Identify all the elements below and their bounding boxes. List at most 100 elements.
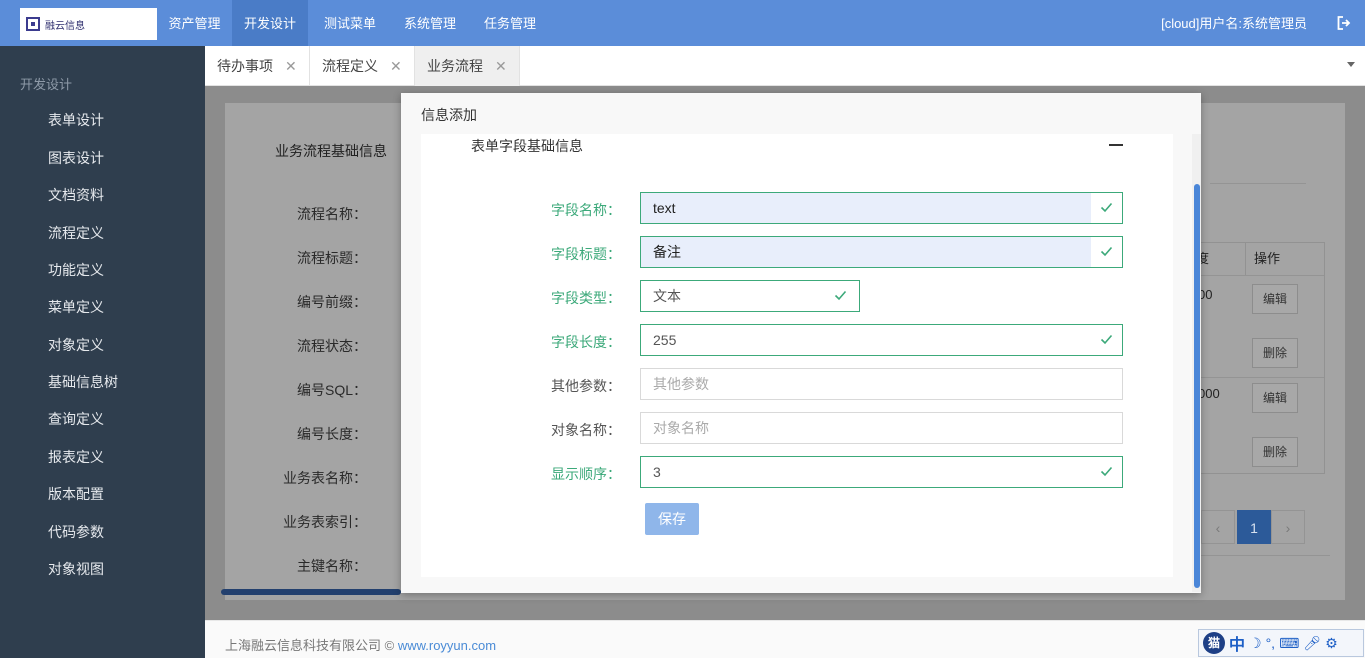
footer-text: 上海融云信息科技有限公司 © www.royyun.com: [225, 635, 496, 654]
field-type-value: 文本: [653, 288, 681, 304]
logo[interactable]: 融云信息: [20, 8, 157, 40]
tab-label: 业务流程: [427, 58, 483, 74]
sidebar-title: 开发设计: [20, 77, 73, 92]
pager-next[interactable]: ›: [1271, 510, 1305, 544]
field-label: 编号前缀：: [297, 294, 367, 310]
sidebar-item-form-design[interactable]: 表单设计: [48, 110, 104, 130]
microphone-icon[interactable]: 🎤︎: [1303, 635, 1321, 652]
field-length-value: 255: [653, 332, 677, 348]
tab-business-process[interactable]: 业务流程 ✕: [415, 46, 520, 86]
tabs-dropdown-icon[interactable]: [1347, 62, 1355, 67]
comma-icon[interactable]: °,: [1266, 635, 1276, 651]
field-type-select[interactable]: 文本: [640, 280, 860, 312]
table-header-length: 度: [1196, 243, 1246, 275]
field-label: 编号SQL：: [296, 382, 367, 398]
sidebar-item-base-info-tree[interactable]: 基础信息树: [48, 372, 118, 392]
field-label: 流程标题：: [297, 250, 367, 266]
nav-item-task[interactable]: 任务管理: [468, 0, 552, 46]
tab-process-def[interactable]: 流程定义 ✕: [310, 46, 415, 86]
field-name-value: text: [653, 200, 676, 216]
pager-current[interactable]: 1: [1237, 510, 1271, 544]
other-params-label: 其他参数：: [551, 378, 621, 394]
sidebar-item-menu-def[interactable]: 菜单定义: [48, 297, 104, 317]
nav-item-dev-design[interactable]: 开发设计: [232, 0, 308, 46]
field-length-input[interactable]: 255: [640, 324, 1123, 356]
gear-icon[interactable]: ⚙: [1325, 635, 1338, 652]
tab-label: 待办事项: [217, 58, 273, 74]
collapse-icon[interactable]: [1109, 144, 1123, 146]
field-title-input[interactable]: 备注: [640, 236, 1123, 268]
field-title-label: 字段标题：: [551, 246, 621, 262]
nav-item-system[interactable]: 系统管理: [392, 0, 468, 46]
sidebar-item-code-params[interactable]: 代码参数: [48, 522, 104, 542]
sidebar-item-process-def[interactable]: 流程定义: [48, 223, 104, 243]
dialog-scrollbar-thumb[interactable]: [1194, 184, 1200, 588]
field-label: 主键名称：: [297, 558, 367, 574]
progress-bar: [221, 589, 401, 595]
object-name-input[interactable]: 对象名称: [640, 412, 1123, 444]
sidebar-item-documents[interactable]: 文档资料: [48, 185, 104, 205]
delete-button[interactable]: 删除: [1252, 437, 1298, 467]
field-label: 业务表名称：: [283, 470, 367, 486]
close-icon[interactable]: ✕: [495, 46, 507, 86]
sidebar-item-function-def[interactable]: 功能定义: [48, 260, 104, 280]
display-order-input[interactable]: 3: [640, 456, 1123, 488]
user-name[interactable]: [cloud]用户名:系统管理员: [1161, 0, 1307, 47]
pager-prev[interactable]: ‹: [1201, 510, 1235, 544]
edit-button[interactable]: 编辑: [1252, 284, 1298, 314]
section-title: 表单字段基础信息: [471, 138, 583, 154]
edit-button[interactable]: 编辑: [1252, 383, 1298, 413]
field-length-label: 字段长度：: [551, 334, 621, 350]
sidebar-item-query-def[interactable]: 查询定义: [48, 409, 104, 429]
check-icon: [834, 290, 847, 301]
object-name-placeholder: 对象名称: [653, 420, 709, 436]
ime-toolbar[interactable]: 猫 中 ☽ °, ⌨ 🎤︎ ⚙: [1198, 629, 1364, 657]
tab-todo[interactable]: 待办事项 ✕: [205, 46, 310, 86]
delete-button[interactable]: 删除: [1252, 338, 1298, 368]
dialog-title: 信息添加: [421, 107, 477, 123]
divider: [1200, 555, 1330, 556]
field-name-label: 字段名称：: [551, 202, 621, 218]
check-icon: [1100, 246, 1113, 257]
ime-logo[interactable]: 猫: [1203, 632, 1225, 654]
logo-text: 融云信息: [45, 20, 85, 32]
logout-icon[interactable]: [1337, 16, 1351, 30]
table-cell: 000: [1198, 386, 1220, 401]
sidebar-item-object-view[interactable]: 对象视图: [48, 559, 104, 579]
ime-lang[interactable]: 中: [1229, 631, 1245, 655]
company-link[interactable]: www.royyun.com: [398, 638, 496, 653]
panel-title: 业务流程基础信息: [275, 143, 387, 159]
close-icon[interactable]: ✕: [390, 46, 402, 86]
dialog-body: 表单字段基础信息 字段名称： text 字段标题： 备注 字段类型： 文本 字段…: [421, 134, 1173, 577]
sidebar-item-version-config[interactable]: 版本配置: [48, 484, 104, 504]
save-button[interactable]: 保存: [645, 503, 699, 535]
valid-indicator: [1091, 193, 1122, 223]
field-label: 流程名称：: [297, 206, 367, 222]
logo-icon: [26, 17, 40, 31]
table-header-actions: 操作: [1254, 251, 1281, 266]
object-name-label: 对象名称：: [551, 422, 621, 438]
keyboard-icon[interactable]: ⌨: [1279, 635, 1299, 652]
sidebar-item-report-def[interactable]: 报表定义: [48, 447, 104, 467]
check-icon: [1100, 202, 1113, 213]
other-params-input[interactable]: 其他参数: [640, 368, 1123, 400]
field-type-label: 字段类型：: [551, 290, 621, 306]
field-name-input[interactable]: text: [640, 192, 1123, 224]
nav-item-asset[interactable]: 资产管理: [157, 0, 232, 46]
top-navbar: 融云信息 资产管理 开发设计 测试菜单 系统管理 任务管理 [cloud]用户名…: [0, 0, 1365, 46]
check-icon: [1100, 466, 1113, 477]
sidebar: 开发设计 表单设计 图表设计 文档资料 流程定义 功能定义 菜单定义 对象定义 …: [0, 46, 205, 658]
sidebar-item-chart-design[interactable]: 图表设计: [48, 148, 104, 168]
field-label: 编号长度：: [297, 426, 367, 442]
display-order-value: 3: [653, 464, 661, 480]
valid-indicator: [1091, 237, 1122, 267]
nav-item-test-menu[interactable]: 测试菜单: [308, 0, 392, 46]
display-order-label: 显示顺序：: [551, 466, 621, 482]
close-icon[interactable]: ✕: [285, 46, 297, 86]
copyright: 上海融云信息科技有限公司 ©: [225, 638, 398, 653]
sidebar-item-object-def[interactable]: 对象定义: [48, 335, 104, 355]
field-title-value: 备注: [653, 244, 681, 260]
check-icon: [1100, 334, 1113, 345]
moon-icon[interactable]: ☽: [1249, 635, 1262, 652]
tab-bar: 待办事项 ✕ 流程定义 ✕ 业务流程 ✕: [205, 46, 1365, 86]
